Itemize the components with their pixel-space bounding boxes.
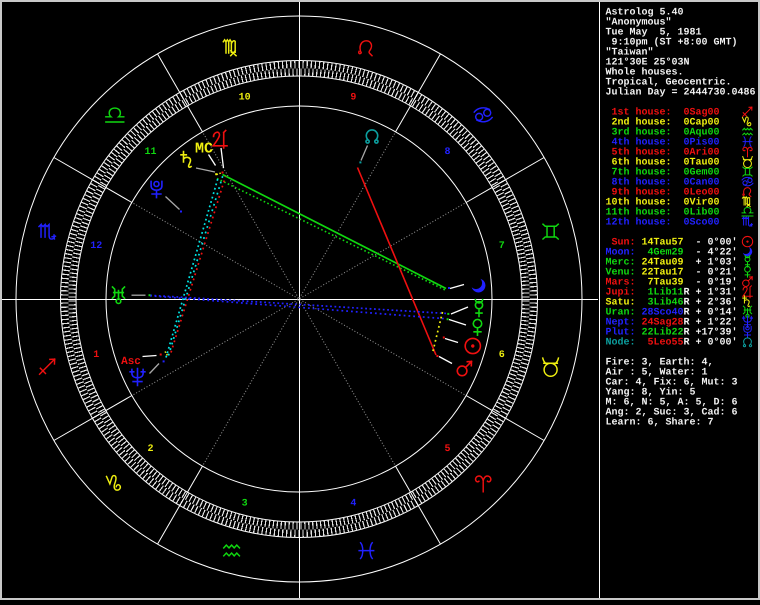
svg-text:2: 2 [147, 444, 153, 455]
svg-text:3: 3 [242, 498, 248, 509]
svg-text:MC: MC [195, 141, 213, 158]
svg-text:1: 1 [93, 350, 99, 361]
svg-text:12: 12 [90, 241, 102, 252]
svg-text:R: R [684, 338, 690, 349]
svg-text:8: 8 [444, 147, 450, 158]
svg-text:+ 0°00': + 0°00' [696, 337, 738, 349]
svg-text:12th house: 0Sco00: 12th house: 0Sco00 [606, 217, 720, 229]
svg-text:7: 7 [499, 241, 505, 252]
svg-text:Node:: Node: [606, 337, 636, 349]
svg-text:5Leo55: 5Leo55 [642, 338, 684, 349]
svg-text:Julian Day = 2444730.0486: Julian Day = 2444730.0486 [606, 87, 756, 99]
svg-text:11: 11 [144, 147, 156, 158]
svg-text:6: 6 [499, 350, 505, 361]
svg-text:4: 4 [350, 498, 356, 509]
svg-text:Asc: Asc [121, 356, 141, 368]
svg-text:5: 5 [444, 444, 450, 455]
svg-text:10: 10 [239, 93, 251, 104]
svg-text:Learn: 6, Share: 7: Learn: 6, Share: 7 [606, 417, 714, 429]
svg-text:9: 9 [350, 93, 356, 104]
